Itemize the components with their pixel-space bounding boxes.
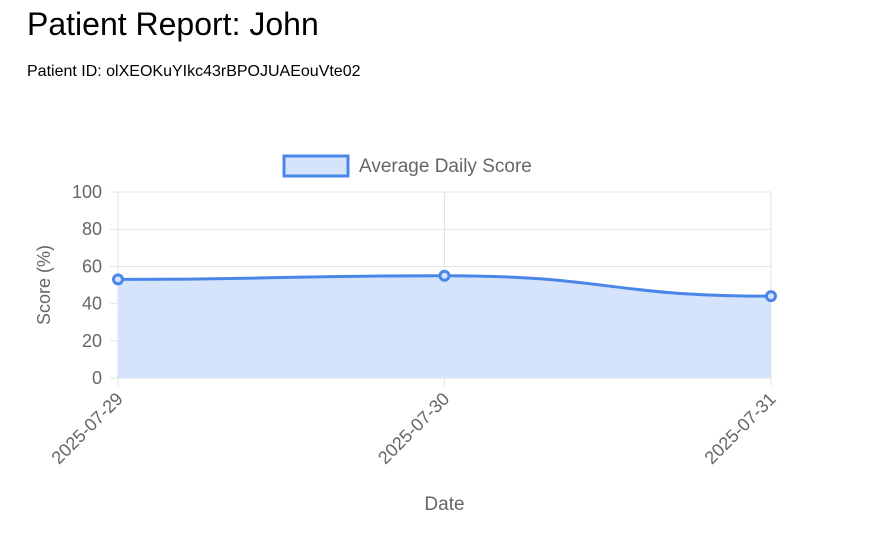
- y-axis-label: Score (%): [34, 245, 54, 325]
- chart-legend[interactable]: Average Daily Score: [282, 154, 532, 178]
- data-point-2: [765, 290, 777, 303]
- chart-series: [112, 269, 777, 378]
- score-chart-container: Average Daily Score 0 20 40 60 80 100 2025-07…: [0, 0, 870, 532]
- data-point-0: [112, 273, 124, 286]
- y-tick-label-2: 40: [82, 294, 102, 314]
- x-axis-label: Date: [424, 494, 464, 515]
- series-area-0: [118, 275, 771, 378]
- score-line-chart: Average Daily Score 0 20 40 60 80 100 2025-07…: [34, 154, 780, 515]
- y-tick-label-1: 20: [82, 331, 102, 351]
- x-tick-label-2: 2025-07-31: [701, 389, 780, 468]
- y-tick-label-3: 60: [82, 256, 102, 276]
- data-point-1: [438, 269, 451, 282]
- x-axis-ticks: 2025-07-29 2025-07-30 2025-07-31: [48, 389, 780, 468]
- y-tick-label-0: 0: [92, 368, 102, 388]
- y-tick-label-5: 100: [72, 182, 102, 202]
- y-tick-label-4: 80: [82, 219, 102, 239]
- legend-label: Average Daily Score: [359, 156, 532, 177]
- y-axis-ticks: 0 20 40 60 80 100: [72, 182, 102, 388]
- x-tick-label-1: 2025-07-30: [374, 389, 453, 468]
- legend-swatch: [282, 154, 350, 178]
- x-tick-label-0: 2025-07-29: [48, 389, 127, 468]
